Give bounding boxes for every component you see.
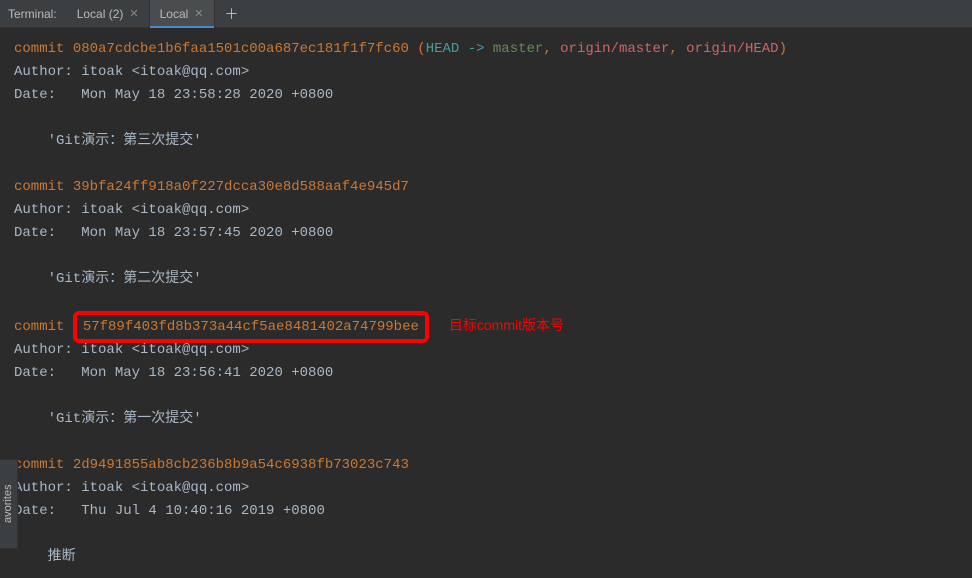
terminal-tab-local[interactable]: Local ✕ bbox=[150, 0, 215, 27]
new-tab-button[interactable]: ＋ bbox=[215, 4, 249, 24]
close-icon[interactable]: ✕ bbox=[129, 7, 138, 20]
terminal-tab-local2[interactable]: Local (2) ✕ bbox=[67, 0, 150, 27]
author-line: Author: itoak <itoak@qq.com> bbox=[14, 342, 249, 358]
date-line: Date: Thu Jul 4 10:40:16 2019 +0800 bbox=[14, 503, 325, 519]
author-line: Author: itoak <itoak@qq.com> bbox=[14, 202, 249, 218]
author-line: Author: itoak <itoak@qq.com> bbox=[14, 480, 249, 496]
tab-label: Local bbox=[160, 7, 189, 21]
author-line: Author: itoak <itoak@qq.com> bbox=[14, 64, 249, 80]
date-line: Date: Mon May 18 23:57:45 2020 +0800 bbox=[14, 225, 333, 241]
terminal-label: Terminal: bbox=[8, 7, 57, 21]
ref-open: ( bbox=[409, 41, 426, 57]
commit-hash: 2d9491855ab8cb236b8b9a54c6938fb73023c743 bbox=[73, 457, 409, 473]
date-line: Date: Mon May 18 23:56:41 2020 +0800 bbox=[14, 365, 333, 381]
commit-message: 推断 bbox=[14, 549, 76, 565]
terminal-tabbar: Terminal: Local (2) ✕ Local ✕ ＋ bbox=[0, 0, 972, 28]
favorites-toolwindow-tab[interactable]: avorites bbox=[0, 459, 18, 549]
remote-ref: origin/HEAD bbox=[686, 41, 778, 57]
commit-message: 'Git演示：第一次提交' bbox=[14, 411, 202, 427]
remote-ref: origin/master bbox=[560, 41, 669, 57]
commit-word: commit bbox=[14, 179, 73, 195]
commit-hash: 080a7cdcbe1b6faa1501c00a687ec181f1f7fc60 bbox=[73, 41, 409, 57]
annotation-label: 目标commit版本号 bbox=[449, 317, 564, 333]
commit-message: 'Git演示：第二次提交' bbox=[14, 271, 202, 287]
commit-hash: 57f89f403fd8b373a44cf5ae8481402a74799bee bbox=[83, 319, 419, 335]
commit-word: commit bbox=[14, 457, 73, 473]
terminal-output[interactable]: commit 080a7cdcbe1b6faa1501c00a687ec181f… bbox=[0, 28, 972, 578]
favorites-label: avorites bbox=[2, 485, 14, 524]
commit-hash: 39bfa24ff918a0f227dcca30e8d588aaf4e945d7 bbox=[73, 179, 409, 195]
date-line: Date: Mon May 18 23:58:28 2020 +0800 bbox=[14, 87, 333, 103]
tab-label: Local (2) bbox=[77, 7, 124, 21]
branch-ref: master bbox=[493, 41, 543, 57]
commit-word: commit bbox=[14, 41, 73, 57]
commit-message: 'Git演示：第三次提交' bbox=[14, 133, 202, 149]
head-ref: HEAD -> bbox=[426, 41, 493, 57]
close-icon[interactable]: ✕ bbox=[194, 7, 203, 20]
ref-close: ) bbox=[779, 41, 787, 57]
commit-word: commit bbox=[14, 319, 73, 335]
highlighted-commit-hash: 57f89f403fd8b373a44cf5ae8481402a74799bee bbox=[73, 311, 429, 343]
